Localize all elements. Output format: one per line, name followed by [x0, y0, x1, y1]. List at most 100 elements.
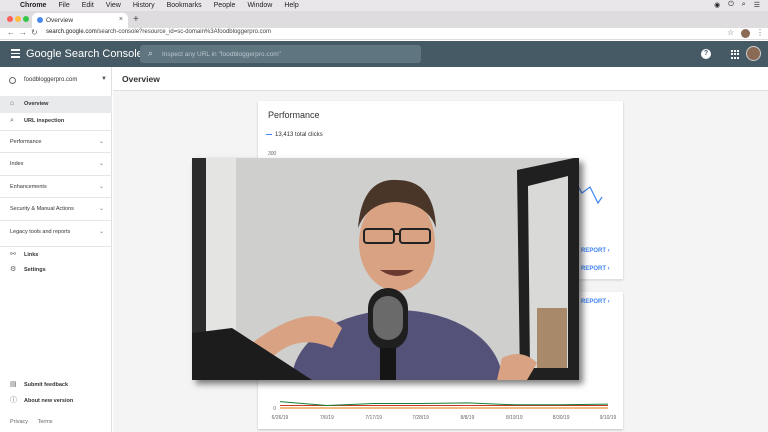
performance-title: Performance	[268, 110, 320, 120]
x-tick-label: 7/17/19	[365, 415, 382, 421]
menu-icon[interactable]	[11, 49, 20, 58]
chevron-down-icon: ⌄	[98, 229, 104, 235]
sidebar-section-legacy[interactable]: Legacy tools and reports ⌄	[0, 220, 112, 242]
search-icon: ⌕	[148, 48, 154, 58]
sidebar-item-submit-feedback[interactable]: ▤ Submit feedback	[0, 377, 112, 394]
menu-chrome[interactable]: Chrome	[20, 2, 46, 9]
power-icon[interactable]: ⏻	[728, 1, 734, 9]
list-icon[interactable]: ☰	[754, 1, 760, 9]
sidebar-section-index[interactable]: Index ⌄	[0, 152, 112, 174]
browser-tabstrip: Overview × +	[0, 11, 768, 28]
menu-help[interactable]: Help	[284, 2, 298, 9]
address-bar[interactable]: search.google.com/search-console?resourc…	[46, 29, 271, 35]
sidebar-item-overview[interactable]: ⌂ Overview	[0, 96, 112, 113]
zoom-window-icon[interactable]	[23, 16, 29, 22]
sidebar-section-security[interactable]: Security & Manual Actions ⌄	[0, 197, 112, 219]
property-selector[interactable]: foodbloggerpro.com ▼	[5, 72, 109, 90]
menu-bookmarks[interactable]: Bookmarks	[167, 2, 202, 9]
section-label: Enhancements	[10, 184, 47, 190]
search-icon[interactable]: ⌕	[742, 1, 746, 9]
section-label: Legacy tools and reports	[10, 229, 71, 235]
open-report-link[interactable]: REPORT ›	[581, 266, 610, 272]
clicks-legend[interactable]: 13,413 total clicks	[266, 132, 323, 138]
info-icon: ⓘ	[10, 397, 17, 404]
page-title: Overview	[122, 74, 160, 84]
legend-swatch	[266, 133, 272, 136]
x-tick-label: 8/8/19	[460, 415, 474, 421]
y-tick-label: 300	[268, 151, 277, 157]
sidebar-item-about-new-version[interactable]: ⓘ About new version	[0, 393, 112, 410]
forward-icon[interactable]: →	[19, 28, 27, 37]
sidebar-item-label: Submit feedback	[24, 382, 69, 388]
close-window-icon[interactable]	[7, 16, 13, 22]
chevron-down-icon: ⌄	[98, 161, 104, 167]
sidebar-item-settings[interactable]: ⚙ Settings	[0, 262, 112, 279]
section-label: Index	[10, 161, 24, 167]
search-icon: ⌕	[10, 117, 14, 124]
legend-label: 13,413 total clicks	[275, 132, 323, 138]
privacy-link[interactable]: Privacy	[10, 419, 28, 425]
sidebar-footer: Privacy Terms	[10, 419, 53, 425]
new-tab-icon[interactable]: +	[133, 14, 139, 25]
section-label: Security & Manual Actions	[10, 206, 74, 212]
bookmark-star-icon[interactable]: ☆	[727, 28, 734, 37]
back-icon[interactable]: ←	[7, 28, 15, 37]
menubar-status-icons: ◉ ⏻ ⌕ ☰	[714, 1, 760, 9]
account-avatar[interactable]	[746, 46, 761, 61]
sidebar-item-label: URL inspection	[24, 118, 65, 124]
url-inspect-input[interactable]	[162, 48, 412, 60]
menu-file[interactable]: File	[58, 2, 69, 9]
open-report-link[interactable]: REPORT ›	[581, 248, 610, 254]
close-tab-icon[interactable]: ×	[119, 16, 123, 23]
sidebar-item-label: Links	[24, 252, 39, 258]
menu-view[interactable]: View	[106, 2, 121, 9]
menu-people[interactable]: People	[214, 2, 236, 9]
presenter-video	[192, 158, 579, 380]
y-tick-label: 0	[273, 406, 276, 412]
gear-icon: ⚙	[10, 266, 17, 273]
profile-avatar[interactable]	[741, 29, 750, 38]
gsc-header: Google Search Console ⌕ ?	[0, 41, 768, 67]
globe-icon	[9, 77, 16, 84]
minimize-window-icon[interactable]	[15, 16, 21, 22]
apps-grid-icon[interactable]	[731, 50, 740, 59]
dropdown-arrow-icon: ▼	[101, 76, 107, 82]
status-icon[interactable]: ◉	[714, 1, 720, 9]
reload-icon[interactable]: ↻	[31, 28, 38, 37]
sidebar-item-url-inspection[interactable]: ⌕ URL inspection	[0, 113, 112, 130]
feedback-icon: ▤	[10, 381, 17, 388]
url-inspect-search[interactable]: ⌕	[140, 45, 421, 63]
chevron-down-icon: ⌄	[98, 139, 104, 145]
menu-history[interactable]: History	[133, 2, 155, 9]
links-icon: ⚯	[10, 251, 16, 258]
x-tick-label: 7/28/19	[412, 415, 429, 421]
section-label: Performance	[10, 139, 42, 145]
sidebar: foodbloggerpro.com ▼ ⌂ Overview ⌕ URL in…	[0, 67, 112, 432]
menu-edit[interactable]: Edit	[82, 2, 94, 9]
menu-window[interactable]: Window	[247, 2, 272, 9]
more-icon[interactable]: ⋮	[756, 28, 764, 37]
gsc-brand: Google Search Console	[26, 48, 143, 60]
webcam-overlay	[192, 158, 579, 380]
browser-tab[interactable]: Overview ×	[32, 13, 128, 28]
x-tick-label: 9/10/19	[600, 415, 617, 421]
x-tick-label: 8/19/19	[506, 415, 523, 421]
main-header: Overview	[113, 67, 768, 91]
help-icon[interactable]: ?	[701, 49, 711, 59]
x-tick-label: 8/30/19	[553, 415, 570, 421]
sidebar-item-label: About new version	[24, 398, 74, 404]
x-tick-label: 7/6/19	[320, 415, 334, 421]
chevron-down-icon: ⌄	[98, 184, 104, 190]
url-host: search.google.com	[46, 29, 97, 35]
favicon-icon	[37, 17, 43, 23]
terms-link[interactable]: Terms	[38, 419, 53, 425]
sidebar-section-performance[interactable]: Performance ⌄	[0, 130, 112, 152]
sidebar-item-links[interactable]: ⚯ Links	[0, 246, 112, 263]
browser-toolbar: ← → ↻ search.google.com/search-console?r…	[0, 28, 768, 40]
sidebar-item-label: Overview	[24, 101, 49, 107]
series-line-1	[279, 401, 609, 406]
macos-menubar: Chrome File Edit View History Bookmarks …	[0, 0, 768, 11]
sidebar-item-label: Settings	[24, 267, 46, 273]
sidebar-section-enhancements[interactable]: Enhancements ⌄	[0, 175, 112, 197]
tab-title: Overview	[46, 17, 74, 24]
